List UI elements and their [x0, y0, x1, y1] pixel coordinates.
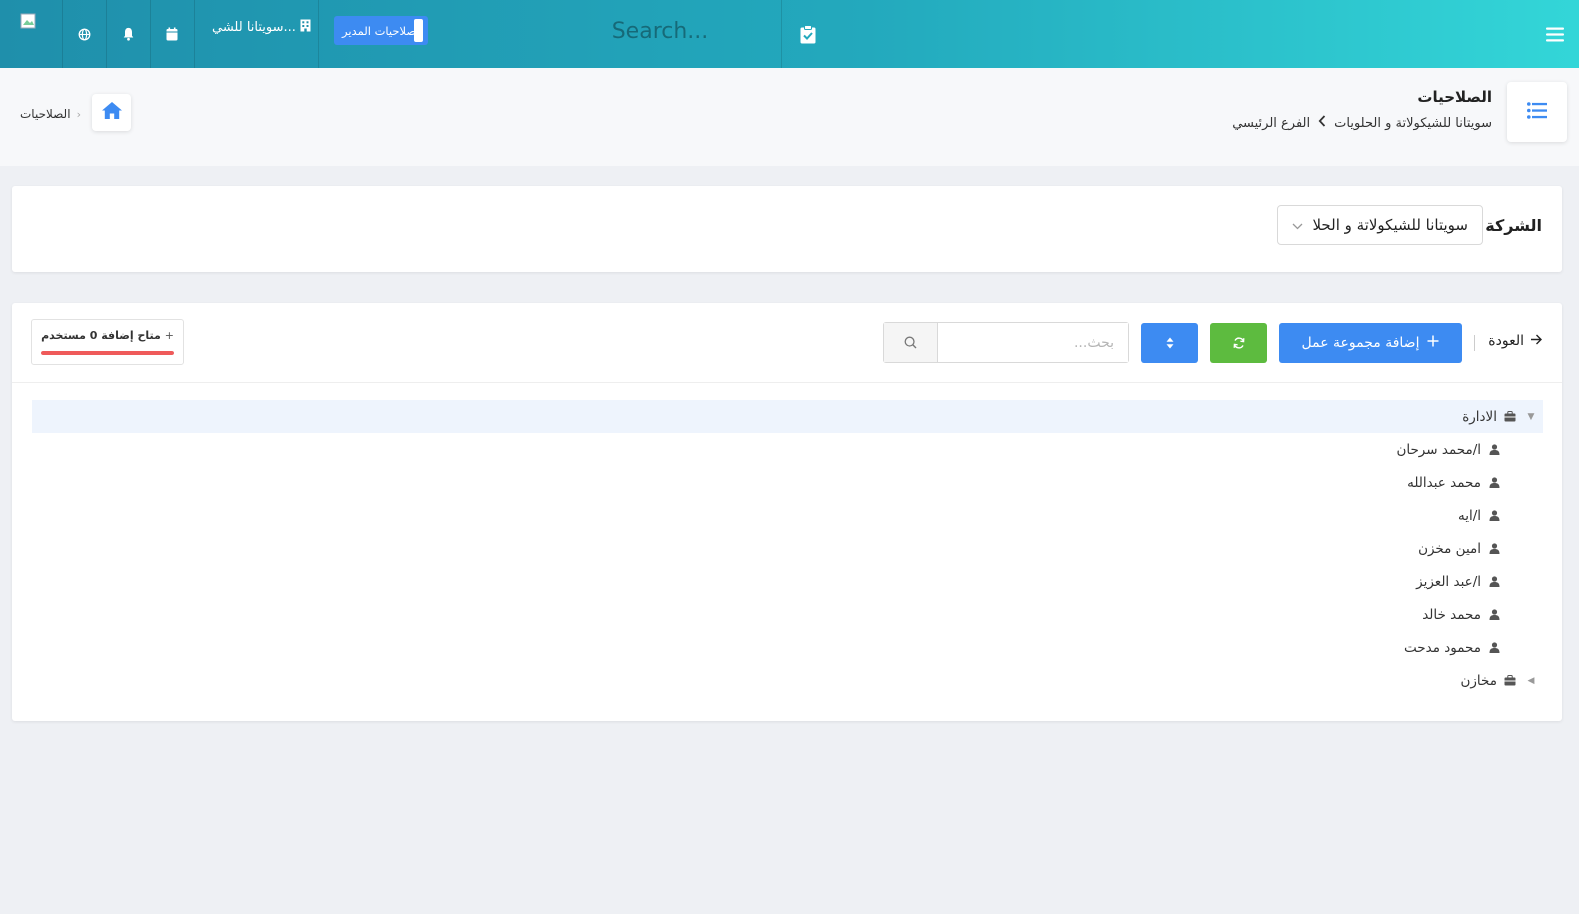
- mini-breadcrumb-label[interactable]: الصلاحيات: [20, 107, 71, 121]
- building-icon: [300, 19, 311, 36]
- user-quota-progress-fill: [41, 351, 174, 355]
- add-work-group-button[interactable]: إضافة مجموعة عمل: [1279, 323, 1462, 363]
- tree-group-row[interactable]: ◀ مخازن: [32, 664, 1543, 697]
- user-icon: [1485, 510, 1503, 521]
- card-divider: [12, 382, 1562, 383]
- sidebar-menu-icon[interactable]: [1538, 0, 1572, 68]
- breadcrumb: سويتانا للشيكولاتة و الحلويات الفرع الرئ…: [1232, 115, 1492, 131]
- user-icon: [1485, 576, 1503, 587]
- notifications-bell-icon[interactable]: [106, 0, 150, 68]
- sort-button[interactable]: [1141, 323, 1198, 363]
- refresh-button[interactable]: [1210, 323, 1267, 363]
- home-button[interactable]: [92, 94, 131, 131]
- user-avatar-image[interactable]: [20, 13, 38, 31]
- tree-search-input[interactable]: [938, 323, 1128, 362]
- tasks-clipboard-check-icon[interactable]: [788, 0, 828, 68]
- back-label: العودة: [1488, 333, 1524, 349]
- tree-group-row[interactable]: ▼ الادارة: [32, 400, 1543, 433]
- user-quota-label: + متاح إضافة 0 مستخدم: [32, 329, 183, 342]
- user-icon: [1485, 477, 1503, 488]
- tree-user-row[interactable]: ا/عبد العزيز: [1416, 565, 1503, 598]
- briefcase-icon: [1501, 411, 1519, 422]
- tree-user-row[interactable]: محمد خالد: [1422, 598, 1503, 631]
- arrow-right-icon: [1530, 333, 1542, 349]
- language-globe-icon[interactable]: [62, 0, 106, 68]
- refresh-icon: [1233, 334, 1245, 353]
- add-work-group-label: إضافة مجموعة عمل: [1301, 335, 1420, 351]
- company-select-value: سويتانا للشيكولاتة و الحلا: [1312, 216, 1468, 234]
- breadcrumb-branch[interactable]: الفرع الرئيسي: [1232, 116, 1310, 131]
- tree-user-label: محمد عبدالله: [1407, 474, 1481, 491]
- tree-user-label: ا/محمد سرحان: [1396, 441, 1481, 458]
- company-select[interactable]: سويتانا للشيكولاتة و الحلا: [1277, 205, 1483, 245]
- list-icon: [1527, 101, 1547, 123]
- navbar-divider: [194, 0, 195, 68]
- navbar-divider: [781, 0, 782, 68]
- global-search-input[interactable]: [560, 14, 760, 48]
- back-button[interactable]: العودة: [1488, 333, 1542, 349]
- chevron-down-icon: [1292, 216, 1303, 234]
- tree-group-label: مخازن: [1460, 672, 1498, 689]
- tree-user-row[interactable]: ا/ايه: [1458, 499, 1503, 532]
- user-icon: [1485, 444, 1503, 455]
- user-quota-text: متاح إضافة 0 مستخدم: [41, 329, 161, 342]
- admin-permissions-button[interactable]: صلاحيات المدير: [334, 16, 428, 45]
- plus-icon: [1427, 335, 1439, 351]
- company-label: الشركة: [1485, 216, 1542, 235]
- tree-user-row[interactable]: امين مخزن: [1418, 532, 1503, 565]
- chevron-left-icon: [1318, 115, 1326, 131]
- user-quota-badge: + متاح إضافة 0 مستخدم: [31, 319, 184, 365]
- home-icon: [101, 101, 123, 124]
- search-icon[interactable]: [884, 323, 938, 362]
- tree-user-row[interactable]: محمد عبدالله: [1407, 466, 1503, 499]
- mini-breadcrumb: الصلاحيات ›: [20, 107, 81, 121]
- company-switcher[interactable]: سويتانا للشي...: [212, 19, 311, 36]
- tree-user-label: محمود مدحت: [1404, 639, 1481, 656]
- user-icon: [1485, 543, 1503, 554]
- tree-group-label: الادارة: [1462, 408, 1497, 425]
- user-icon: [1485, 609, 1503, 620]
- user-icon: [1485, 642, 1503, 653]
- tree-user-label: محمد خالد: [1422, 606, 1481, 623]
- permissions-card: العودة إضافة مجموعة عمل + متاح إضافة 0 م…: [12, 303, 1562, 721]
- tree-user-row[interactable]: محمود مدحت: [1404, 631, 1503, 664]
- tree-search: [883, 322, 1129, 363]
- company-short-name: سويتانا للشي...: [212, 20, 296, 35]
- chevron-right-icon: ›: [76, 107, 81, 121]
- breadcrumb-company[interactable]: سويتانا للشيكولاتة و الحلويات: [1334, 116, 1492, 131]
- briefcase-icon: [1501, 675, 1519, 686]
- sort-icon: [1166, 334, 1174, 353]
- admin-permissions-label: صلاحيات المدير: [342, 23, 417, 38]
- page-menu-button[interactable]: [1507, 82, 1567, 142]
- calendar-icon[interactable]: [150, 0, 194, 68]
- caret-left-icon[interactable]: ◀: [1519, 676, 1543, 686]
- navbar-divider: [318, 0, 319, 68]
- company-filter-card: الشركة سويتانا للشيكولاتة و الحلا: [12, 186, 1562, 272]
- toolbar-divider: [1474, 335, 1475, 351]
- plus-icon: +: [164, 329, 174, 342]
- user-quota-progress: [41, 351, 174, 355]
- tree-user-label: امين مخزن: [1418, 540, 1481, 557]
- tree-user-label: ا/ايه: [1457, 507, 1481, 524]
- caret-down-icon[interactable]: ▼: [1519, 412, 1543, 422]
- top-navbar: سويتانا للشي... صلاحيات المدير: [0, 0, 1579, 68]
- tree-user-label: ا/عبد العزيز: [1416, 573, 1481, 590]
- tree-user-row[interactable]: ا/محمد سرحان: [1396, 433, 1503, 466]
- admin-permissions-toggle: [414, 19, 423, 42]
- page-title: الصلاحيات: [1417, 88, 1492, 106]
